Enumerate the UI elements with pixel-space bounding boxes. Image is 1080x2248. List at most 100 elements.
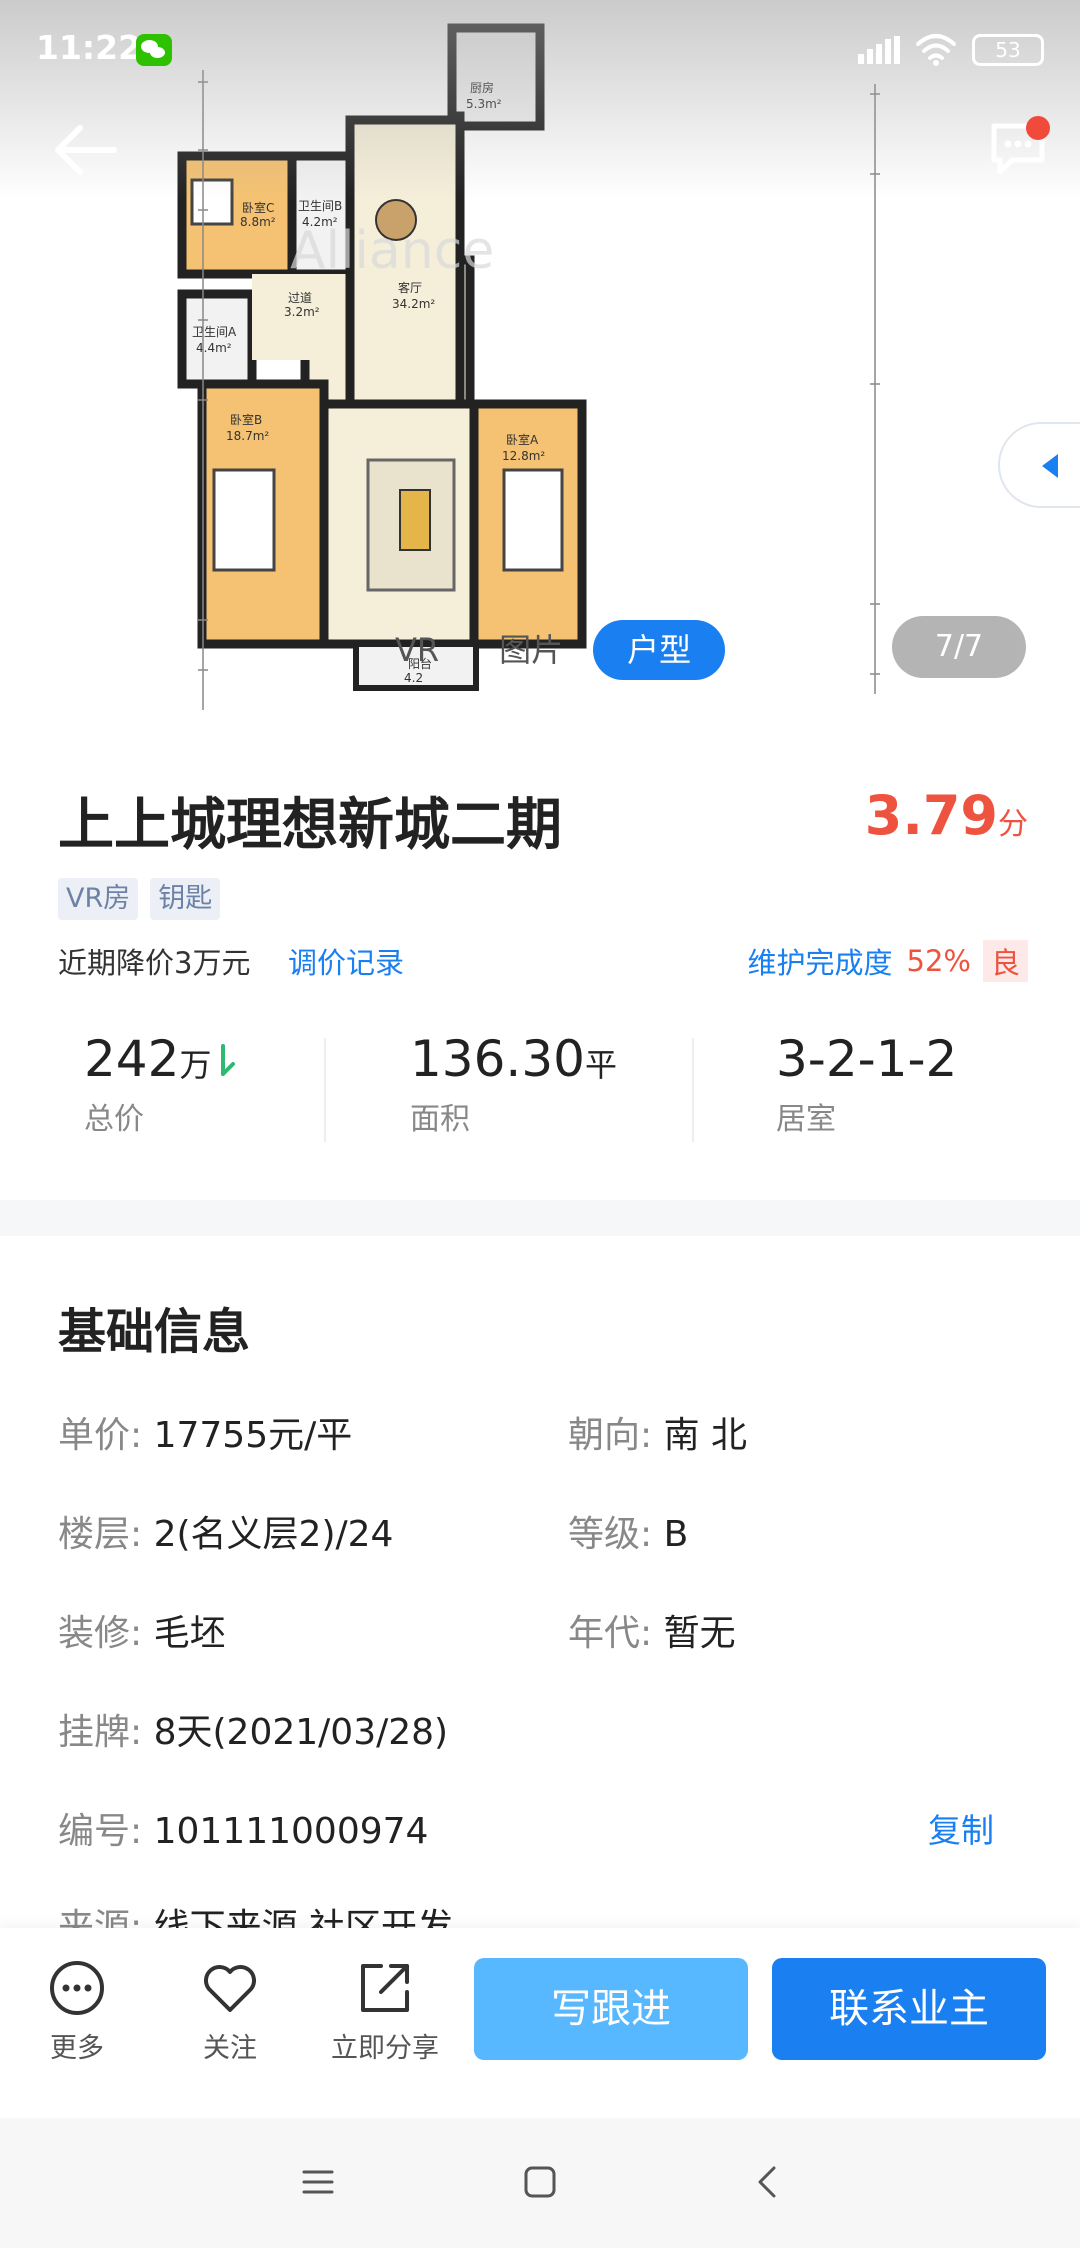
follow-label: 关注 [203, 2033, 257, 2064]
media-tabs: VR 图片 户型 [365, 620, 726, 680]
home-square-icon[interactable] [522, 2164, 558, 2200]
key-stats: 242万 总价 136.30平 面积 3-2-1-2 居室 [58, 1030, 1028, 1150]
wechat-icon [136, 34, 172, 66]
listing-score: 3.79分 [865, 784, 1028, 847]
share-label: 立即分享 [331, 2033, 439, 2064]
score-unit: 分 [998, 807, 1028, 842]
svg-text:8.8m²: 8.8m² [240, 215, 276, 229]
svg-text:卫生间B: 卫生间B [298, 199, 342, 213]
build-year: 年代: 暂无 [568, 1604, 736, 1656]
svg-text:客厅: 客厅 [398, 280, 422, 295]
listing-id-label: 编号: [58, 1811, 143, 1852]
total-price-value: 242 [84, 1030, 180, 1088]
area-unit: 平 [584, 1046, 617, 1084]
follow-button[interactable]: 关注 [175, 1958, 285, 2065]
unit-price-value: 17755元/平 [153, 1415, 353, 1456]
orientation: 朝向: 南 北 [568, 1406, 747, 1458]
svg-text:卧室A: 卧室A [506, 432, 539, 447]
stat-area: 136.30平 面积 [410, 1030, 617, 1150]
status-time: 11:22 [36, 28, 142, 67]
maintenance-percent: 52% [906, 944, 971, 978]
svg-text:卧室C: 卧室C [242, 200, 274, 215]
decoration-value: 毛坯 [153, 1613, 226, 1654]
svg-text:12.8m²: 12.8m² [502, 449, 545, 463]
section-divider [0, 1200, 1080, 1236]
listed-label: 挂牌: [58, 1712, 143, 1753]
bottom-action-bar: 更多 关注 立即分享 写跟进 联系业主 [0, 1928, 1080, 2118]
signal-icon [858, 36, 900, 64]
back-chevron-icon[interactable] [750, 2164, 786, 2200]
listing-tags: VR房 钥匙 [58, 878, 221, 920]
share-box-arrow-icon [361, 1964, 409, 2012]
stat-divider [692, 1038, 694, 1142]
tab-vr[interactable]: VR [365, 620, 469, 680]
listing-title-row: 上上城理想新城二期 3.79分 [58, 780, 1028, 858]
info-row: 楼层: 2(名义层2)/24 等级: B [58, 1505, 1028, 1555]
stat-total-price: 242万 总价 [84, 1030, 235, 1150]
grade-label: 等级: [568, 1514, 653, 1555]
battery-icon: 53 [972, 34, 1044, 66]
score-value: 3.79 [864, 784, 998, 847]
stat-layout: 3-2-1-2 居室 [776, 1030, 957, 1150]
grade: 等级: B [568, 1505, 688, 1557]
listing-title: 上上城理想新城二期 [58, 793, 562, 858]
price-drop-text: 近期降价3万元 [58, 946, 251, 980]
status-bar: 11:22 53 [0, 0, 1080, 100]
tab-photos[interactable]: 图片 [469, 620, 593, 680]
more-dots-circle-icon [50, 1961, 104, 2015]
floor-label: 楼层: [58, 1514, 143, 1555]
price-history-link[interactable]: 调价记录 [288, 940, 404, 982]
gallery-page-counter: 7/7 [892, 616, 1026, 678]
maintenance-grade: 良 [982, 940, 1028, 982]
more-label: 更多 [50, 2033, 104, 2064]
info-row: 编号: 101111000974 复制 [58, 1802, 1028, 1852]
orientation-value: 南 北 [663, 1415, 748, 1456]
orientation-label: 朝向: [568, 1415, 653, 1456]
system-nav-bar [0, 2118, 1080, 2248]
svg-text:过道: 过道 [288, 291, 312, 305]
heart-outline-icon [204, 1965, 256, 2012]
unit-price-label: 单价: [58, 1415, 143, 1456]
layout-value: 3-2-1-2 [776, 1030, 958, 1088]
info-row: 单价: 17755元/平 朝向: 南 北 [58, 1406, 1028, 1456]
wifi-icon [916, 34, 956, 66]
stat-divider [324, 1038, 326, 1142]
message-unread-dot [1026, 116, 1050, 140]
share-button[interactable]: 立即分享 [330, 1958, 440, 2065]
tag-key: 钥匙 [150, 878, 221, 920]
layout-label: 居室 [776, 1102, 836, 1137]
build-year-label: 年代: [568, 1613, 653, 1654]
listed-value: 8天(2021/03/28) [153, 1712, 449, 1753]
write-follow-up-button[interactable]: 写跟进 [474, 1958, 748, 2060]
svg-text:34.2m²: 34.2m² [392, 297, 435, 311]
floor-plan-gallery[interactable]: 厨房5.3m² 卧室C8.8m² 卫生间B4.2m² 过道3.2m² 客厅34.… [0, 0, 1080, 720]
tag-vr-house: VR房 [58, 878, 139, 920]
info-row: 挂牌: 8天(2021/03/28) [58, 1703, 1028, 1753]
maintenance-indicator[interactable]: 维护完成度 52% 良 [747, 940, 1028, 982]
more-button[interactable]: 更多 [22, 1958, 132, 2065]
price-change-row: 近期降价3万元 调价记录 维护完成度 52% 良 [58, 940, 1028, 986]
build-year-value: 暂无 [663, 1613, 736, 1654]
decoration-label: 装修: [58, 1613, 143, 1654]
info-row: 装修: 毛坯 年代: 暂无 [58, 1604, 1028, 1654]
back-arrow-icon[interactable] [50, 120, 120, 180]
svg-text:卧室B: 卧室B [230, 412, 262, 427]
copy-id-button[interactable]: 复制 [928, 1804, 994, 1852]
area-label: 面积 [410, 1102, 470, 1137]
price-down-arrow-icon [220, 1044, 235, 1076]
area-value: 136.30 [410, 1030, 585, 1088]
maintenance-label: 维护完成度 [747, 946, 893, 980]
contact-owner-button[interactable]: 联系业主 [772, 1958, 1046, 2060]
basic-info-title: 基础信息 [58, 1304, 251, 1360]
svg-text:18.7m²: 18.7m² [226, 429, 269, 443]
svg-text:3.2m²: 3.2m² [284, 305, 320, 319]
total-price-unit: 万 [179, 1046, 212, 1084]
chevron-left-icon [1042, 454, 1058, 478]
listing-id-value: 101111000974 [153, 1811, 429, 1852]
total-price-label: 总价 [84, 1102, 144, 1137]
svg-text:Alliance: Alliance [290, 221, 494, 281]
menu-icon[interactable] [300, 2164, 336, 2200]
tab-floor-plan[interactable]: 户型 [593, 620, 726, 680]
floor-value: 2(名义层2)/24 [153, 1514, 394, 1555]
side-panel-toggle[interactable] [998, 422, 1080, 508]
